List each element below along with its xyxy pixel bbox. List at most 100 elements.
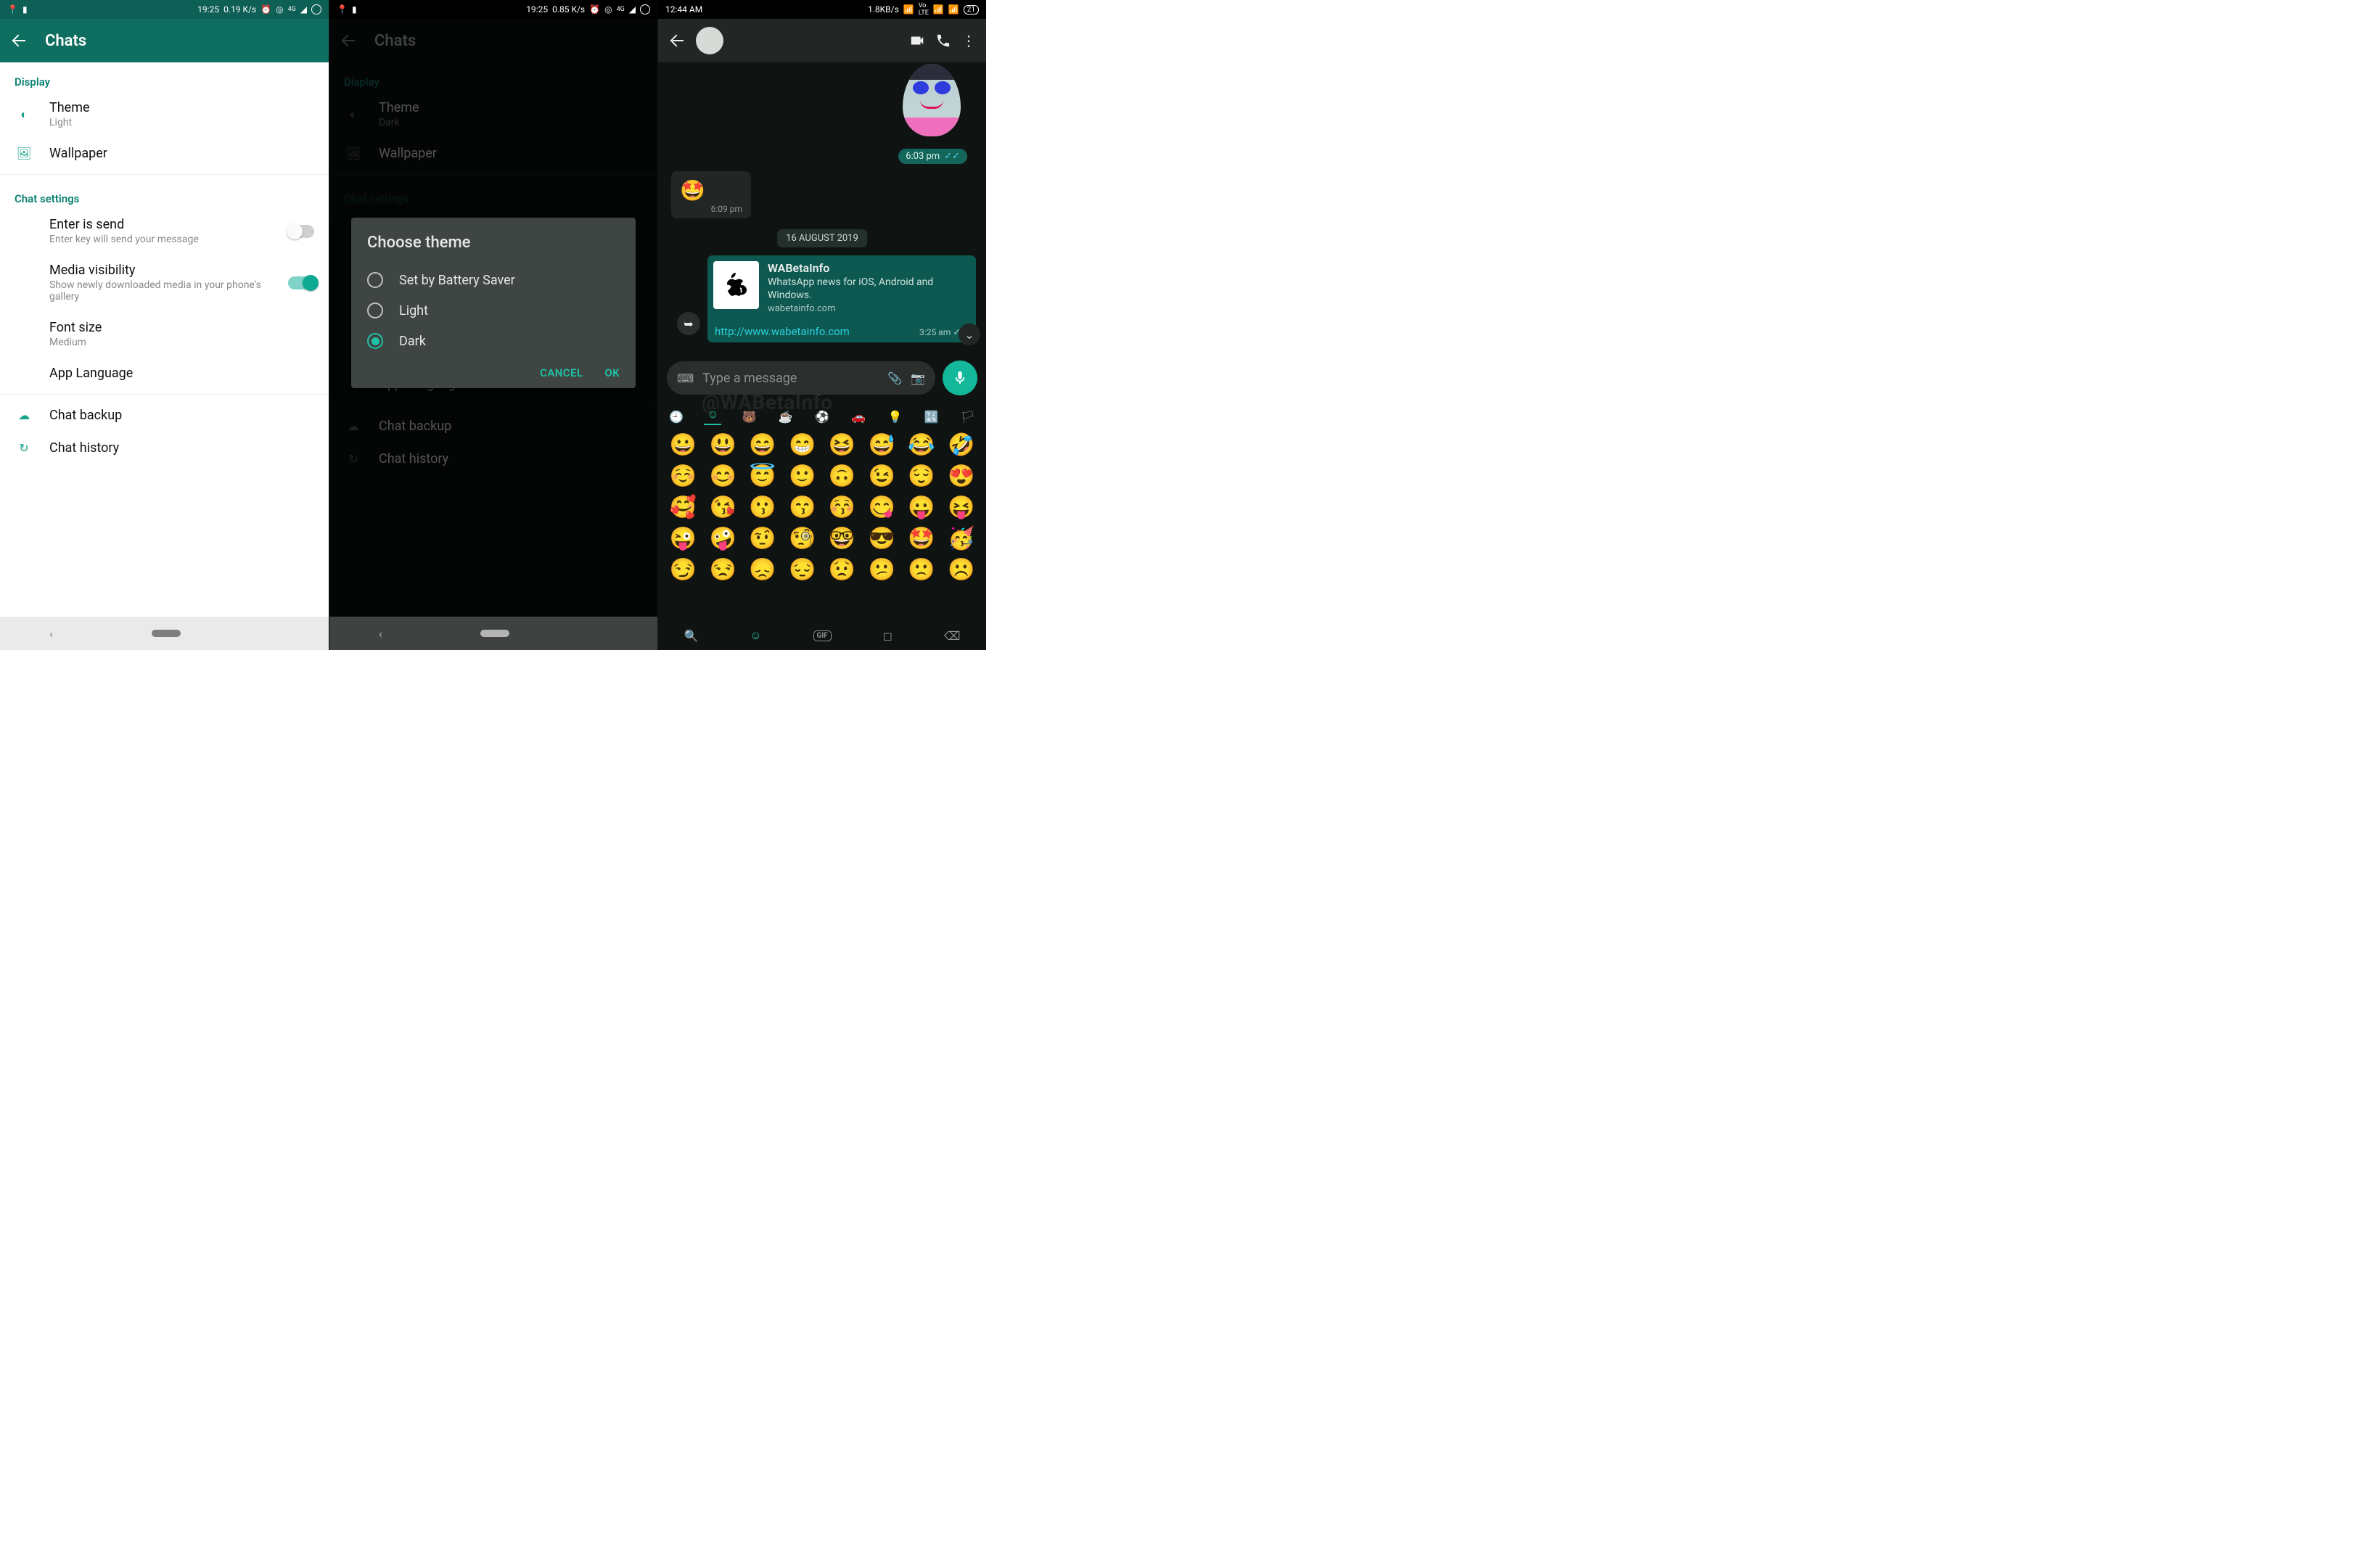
cancel-button[interactable]: CANCEL xyxy=(540,366,583,379)
emoji-cell[interactable]: 😀 xyxy=(664,432,702,458)
setting-media-visibility[interactable]: Media visibility Show newly downloaded m… xyxy=(0,254,329,311)
emoji-cell[interactable]: ☺️ xyxy=(664,464,702,489)
emoji-cell[interactable]: 😃 xyxy=(704,432,742,458)
radio-icon xyxy=(367,333,383,349)
gif-tab[interactable]: GIF xyxy=(813,630,832,641)
scroll-down-button[interactable]: ⌄ xyxy=(959,324,980,345)
emoji-cell[interactable]: 🤣 xyxy=(942,432,980,458)
cat-food-icon[interactable]: ☕ xyxy=(777,408,795,425)
link-description: WhatsApp news for iOS, Android and Windo… xyxy=(768,276,970,302)
voice-call-icon[interactable] xyxy=(935,33,951,49)
emoji-cell[interactable]: 😋 xyxy=(863,495,901,520)
emoji-cell[interactable]: 😂 xyxy=(903,432,941,458)
setting-theme[interactable]: ◐ Theme Light xyxy=(0,91,329,137)
nav-back-icon[interactable]: ‹ xyxy=(49,627,53,641)
emoji-cell[interactable]: ☹️ xyxy=(942,557,980,583)
emoji-cell[interactable]: 🤨 xyxy=(744,526,782,551)
media-visibility-switch[interactable] xyxy=(288,276,314,289)
emoji-cell[interactable]: 😘 xyxy=(704,495,742,520)
nav-home-pill[interactable] xyxy=(152,630,181,637)
emoji-cell[interactable]: 😌 xyxy=(903,464,941,489)
contact-avatar[interactable] xyxy=(696,27,723,54)
emoji-cell[interactable]: 😎 xyxy=(863,526,901,551)
emoji-cell[interactable]: 😇 xyxy=(744,464,782,489)
emoji-cell[interactable]: 😙 xyxy=(783,495,821,520)
theme-icon: ◐ xyxy=(15,107,33,122)
voice-record-button[interactable] xyxy=(943,361,977,395)
cat-smileys-icon[interactable]: ☺ xyxy=(704,408,721,425)
emoji-cell[interactable]: 😄 xyxy=(744,432,782,458)
nav-home-pill[interactable] xyxy=(480,630,509,637)
back-button[interactable] xyxy=(12,33,28,49)
cat-recent-icon[interactable]: 🕘 xyxy=(668,408,685,425)
forward-button[interactable]: ➥ xyxy=(677,312,700,335)
outgoing-sticker[interactable] xyxy=(899,64,964,129)
emoji-cell[interactable]: 😟 xyxy=(823,557,861,583)
emoji-cell[interactable]: 😁 xyxy=(783,432,821,458)
cat-flags-icon[interactable]: 🏳 xyxy=(959,408,977,425)
camera-icon[interactable]: 📷 xyxy=(911,371,925,385)
emoji-cell[interactable]: 😜 xyxy=(664,526,702,551)
emoji-cell[interactable]: 😗 xyxy=(744,495,782,520)
link-preview[interactable]: WABetaInfo WhatsApp news for iOS, Androi… xyxy=(707,255,976,320)
emoji-cell[interactable]: 🤪 xyxy=(704,526,742,551)
setting-font-size[interactable]: Font size Medium xyxy=(0,311,329,357)
setting-chat-backup[interactable]: ☁ Chat backup xyxy=(0,399,329,432)
emoji-cell[interactable]: 😕 xyxy=(863,557,901,583)
status-circle-icon xyxy=(311,4,321,15)
attach-icon[interactable]: 📎 xyxy=(887,371,902,385)
emoji-cell[interactable]: 😏 xyxy=(664,557,702,583)
enter-is-send-switch[interactable] xyxy=(288,225,314,238)
emoji-cell[interactable]: 😆 xyxy=(823,432,861,458)
emoji-cell[interactable]: 😚 xyxy=(823,495,861,520)
cat-animals-icon[interactable]: 🐻 xyxy=(741,408,758,425)
cat-travel-icon[interactable]: 🚗 xyxy=(850,408,867,425)
setting-chat-history[interactable]: ↻ Chat history xyxy=(0,432,329,464)
emoji-cell[interactable]: 🤓 xyxy=(823,526,861,551)
cat-objects-icon[interactable]: 💡 xyxy=(886,408,903,425)
emoji-cell[interactable]: 😞 xyxy=(744,557,782,583)
emoji-tab-icon[interactable]: ☺ xyxy=(750,628,761,643)
setting-enter-is-send[interactable]: Enter is send Enter key will send your m… xyxy=(0,208,329,254)
setting-wallpaper[interactable]: 🖼 Wallpaper xyxy=(0,137,329,170)
emoji-grid: 😀😃😄😁😆😅😂🤣 ☺️😊😇🙂🙃😉😌😍 🥰😘😗😙😚😋😛😝 😜🤪🤨🧐🤓😎🤩🥳 😏😒😞😔😟😕🙁… xyxy=(664,432,980,583)
emoji-cell[interactable]: 🧐 xyxy=(783,526,821,551)
emoji-cell[interactable]: 😅 xyxy=(863,432,901,458)
emoji-cell[interactable]: 😊 xyxy=(704,464,742,489)
search-icon[interactable]: 🔍 xyxy=(684,629,698,643)
outgoing-link-message[interactable]: ➥ WABetaInfo WhatsApp news for iOS, Andr… xyxy=(707,255,976,342)
theme-option-light[interactable]: Light xyxy=(367,295,620,326)
emoji-cell[interactable]: 🥳 xyxy=(942,526,980,551)
emoji-cell[interactable]: 🥰 xyxy=(664,495,702,520)
link-url[interactable]: http://www.wabetainfo.com xyxy=(715,325,850,338)
emoji-cell[interactable]: 😛 xyxy=(903,495,941,520)
setting-app-language[interactable]: App Language xyxy=(0,357,329,390)
emoji-cell[interactable]: 🙃 xyxy=(823,464,861,489)
theme-option-dark[interactable]: Dark xyxy=(367,326,620,356)
emoji-cell[interactable]: 🙂 xyxy=(783,464,821,489)
more-menu-icon[interactable]: ⋮ xyxy=(961,32,976,49)
battery-icon: ▮ xyxy=(22,4,28,15)
link-title: WABetaInfo xyxy=(768,261,970,275)
message-text-field[interactable] xyxy=(702,371,879,386)
backspace-icon[interactable]: ⌫ xyxy=(944,629,961,643)
emoji-cell[interactable]: 😒 xyxy=(704,557,742,583)
incoming-message[interactable]: 🤩 6:09 pm xyxy=(671,171,751,218)
ok-button[interactable]: OK xyxy=(604,366,620,379)
emoji-cell[interactable]: 🤩 xyxy=(903,526,941,551)
back-button[interactable] xyxy=(670,33,686,49)
emoji-cell[interactable]: 😔 xyxy=(783,557,821,583)
nav-back-icon[interactable]: ‹ xyxy=(379,627,382,641)
emoji-cell[interactable]: 😝 xyxy=(942,495,980,520)
video-call-icon[interactable] xyxy=(909,33,925,49)
emoji-cell[interactable]: 😍 xyxy=(942,464,980,489)
cat-activity-icon[interactable]: ⚽ xyxy=(813,408,831,425)
divider xyxy=(0,394,329,395)
emoji-cell[interactable]: 😉 xyxy=(863,464,901,489)
status-bar: 📍 ▮ 19:25 0.19 K/s ⏰ ◎ 4G ◢ xyxy=(0,0,329,19)
keyboard-icon[interactable]: ⌨ xyxy=(677,371,694,385)
cat-symbols-icon[interactable]: 🔣 xyxy=(923,408,940,425)
emoji-cell[interactable]: 🙁 xyxy=(903,557,941,583)
theme-option-battery-saver[interactable]: Set by Battery Saver xyxy=(367,265,620,295)
sticker-tab-icon[interactable]: ◻ xyxy=(883,629,892,643)
